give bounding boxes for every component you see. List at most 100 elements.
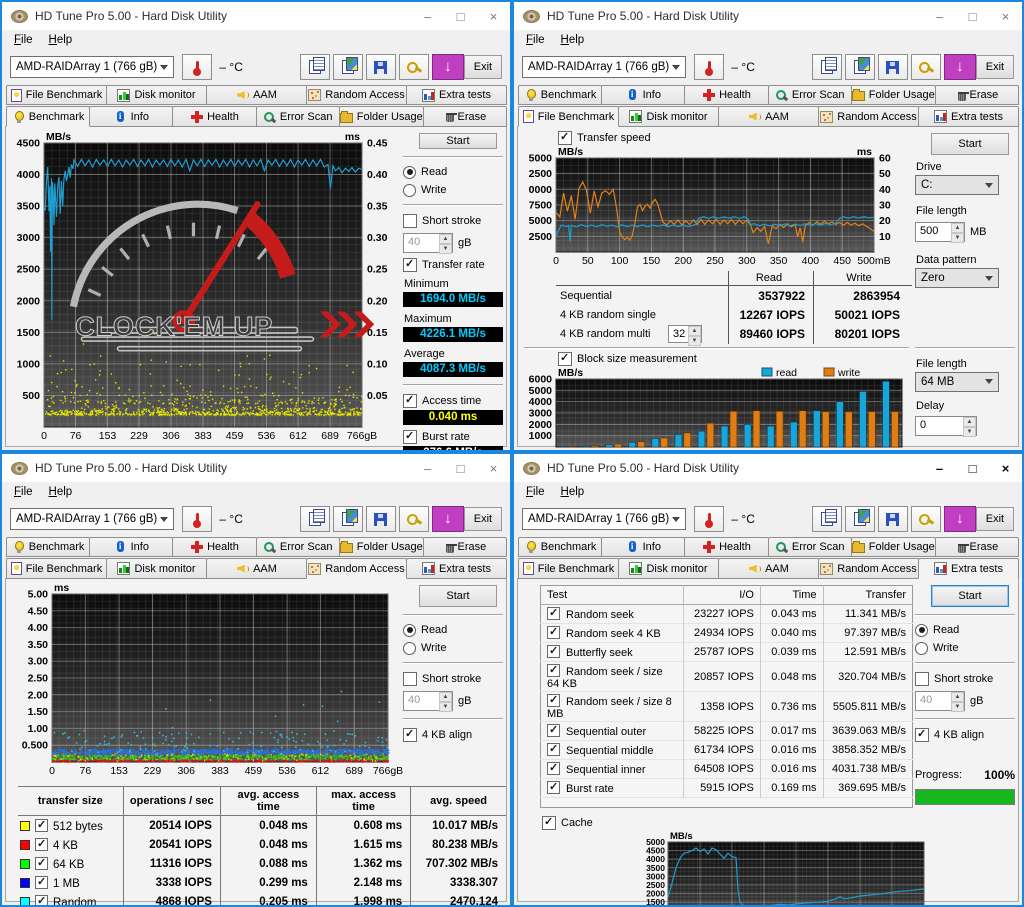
align-checkbox[interactable] [915, 728, 929, 742]
tab-file-benchmark[interactable]: File Benchmark [6, 85, 107, 105]
download-button[interactable]: ↓ [944, 506, 976, 532]
align-checkbox[interactable] [403, 728, 417, 742]
transfer-rate-checkbox[interactable] [403, 258, 417, 272]
tab-erase[interactable]: Erase [423, 106, 507, 127]
menu-file[interactable]: File [6, 32, 41, 48]
tab-file-benchmark[interactable]: File Benchmark [6, 558, 107, 579]
close-button[interactable]: × [477, 2, 510, 30]
copy-image-button[interactable] [333, 506, 363, 532]
write-radio[interactable] [403, 184, 416, 197]
tab-aam[interactable]: AAM [718, 106, 819, 127]
temperature-button[interactable] [694, 506, 724, 532]
tab-info[interactable]: Info [89, 106, 173, 127]
minimize-button[interactable]: – [923, 454, 956, 482]
drive-letter-select[interactable]: C: [915, 175, 999, 195]
drive-select[interactable]: AMD-RAIDArray 1 (766 gB) [522, 56, 686, 78]
menu-help[interactable]: Help [553, 484, 593, 500]
tab-disk-monitor[interactable]: Disk monitor [106, 558, 207, 579]
stroke-size-spinner[interactable]: 40▲▼ [403, 233, 453, 253]
tab-aam[interactable]: AAM [206, 558, 307, 579]
data-pattern-select[interactable]: Zero [915, 268, 999, 288]
test-checkbox[interactable] [547, 724, 560, 737]
save-button[interactable] [366, 506, 396, 532]
test-checkbox[interactable] [547, 694, 560, 707]
minimize-button[interactable]: – [411, 454, 444, 482]
file-length-spinner[interactable]: 500▲▼ [915, 222, 965, 242]
minimize-button[interactable]: – [411, 2, 444, 30]
tab-info[interactable]: Info [601, 85, 685, 105]
options-keys-button[interactable] [911, 54, 941, 80]
stroke-size-spinner[interactable]: 40▲▼ [915, 691, 965, 711]
copy-text-button[interactable] [300, 506, 330, 532]
menu-help[interactable]: Help [553, 32, 593, 48]
access-time-checkbox[interactable] [403, 394, 417, 408]
tab-aam[interactable]: AAM [718, 558, 819, 579]
tab-folder-usage[interactable]: Folder Usage [339, 106, 424, 127]
tab-extra-tests[interactable]: Extra tests [918, 106, 1019, 127]
series-checkbox[interactable] [35, 857, 48, 870]
test-checkbox[interactable] [547, 762, 560, 775]
transfer-speed-checkbox[interactable] [558, 131, 572, 145]
menu-help[interactable]: Help [41, 32, 81, 48]
save-button[interactable] [878, 506, 908, 532]
thread-count-spinner[interactable]: 32▲▼ [668, 325, 702, 343]
series-checkbox[interactable] [35, 819, 48, 832]
test-checkbox[interactable] [547, 645, 560, 658]
tab-disk-monitor[interactable]: Disk monitor [618, 106, 719, 127]
tab-error-scan[interactable]: Error Scan [256, 537, 340, 557]
block-size-checkbox[interactable] [558, 352, 572, 366]
drive-select[interactable]: AMD-RAIDArray 1 (766 gB) [10, 56, 174, 78]
maximize-button[interactable]: □ [444, 454, 477, 482]
copy-image-button[interactable] [845, 54, 875, 80]
tab-health[interactable]: Health [684, 537, 768, 557]
tab-info[interactable]: Info [89, 537, 173, 557]
tab-error-scan[interactable]: Error Scan [768, 537, 852, 557]
minimize-button[interactable]: – [923, 2, 956, 30]
tab-folder-usage[interactable]: Folder Usage [339, 537, 424, 557]
options-keys-button[interactable] [911, 506, 941, 532]
tab-error-scan[interactable]: Error Scan [256, 106, 340, 127]
tab-benchmark[interactable]: Benchmark [518, 85, 602, 105]
tab-file-benchmark[interactable]: File Benchmark [518, 558, 619, 579]
short-stroke-checkbox[interactable] [403, 214, 417, 228]
tab-disk-monitor[interactable]: Disk monitor [618, 558, 719, 579]
tab-benchmark[interactable]: Benchmark [518, 537, 602, 557]
tab-file-benchmark[interactable]: File Benchmark [518, 106, 619, 127]
tab-info[interactable]: Info [601, 537, 685, 557]
save-button[interactable] [366, 54, 396, 80]
copy-text-button[interactable] [812, 54, 842, 80]
save-button[interactable] [878, 54, 908, 80]
temperature-button[interactable] [182, 506, 212, 532]
copy-text-button[interactable] [812, 506, 842, 532]
short-stroke-checkbox[interactable] [403, 672, 417, 686]
temperature-button[interactable] [694, 54, 724, 80]
tab-random-access[interactable]: Random Access [818, 106, 919, 127]
start-button[interactable]: Start [931, 585, 1009, 607]
write-radio[interactable] [915, 642, 928, 655]
options-keys-button[interactable] [399, 54, 429, 80]
exit-button[interactable]: Exit [976, 507, 1014, 531]
tab-aam[interactable]: AAM [206, 85, 307, 105]
drive-select[interactable]: AMD-RAIDArray 1 (766 gB) [522, 508, 686, 530]
temperature-button[interactable] [182, 54, 212, 80]
tab-disk-monitor[interactable]: Disk monitor [106, 85, 207, 105]
exit-button[interactable]: Exit [976, 55, 1014, 79]
maximize-button[interactable]: □ [444, 2, 477, 30]
menu-file[interactable]: File [6, 484, 41, 500]
test-checkbox[interactable] [547, 781, 560, 794]
download-button[interactable]: ↓ [432, 54, 464, 80]
download-button[interactable]: ↓ [944, 54, 976, 80]
series-checkbox[interactable] [35, 895, 48, 907]
tab-extra-tests[interactable]: Extra tests [406, 558, 507, 579]
tab-health[interactable]: Health [172, 106, 256, 127]
delay-spinner[interactable]: 0▲▼ [915, 416, 977, 436]
cache-checkbox[interactable] [542, 816, 556, 830]
tab-erase[interactable]: Erase [423, 537, 507, 557]
tab-folder-usage[interactable]: Folder Usage [851, 537, 936, 557]
exit-button[interactable]: Exit [464, 507, 502, 531]
copy-text-button[interactable] [300, 54, 330, 80]
maximize-button[interactable]: □ [956, 454, 989, 482]
burst-rate-checkbox[interactable] [403, 430, 417, 444]
tab-random-access[interactable]: Random Access [306, 85, 407, 105]
block-file-length-select[interactable]: 64 MB [915, 372, 999, 392]
